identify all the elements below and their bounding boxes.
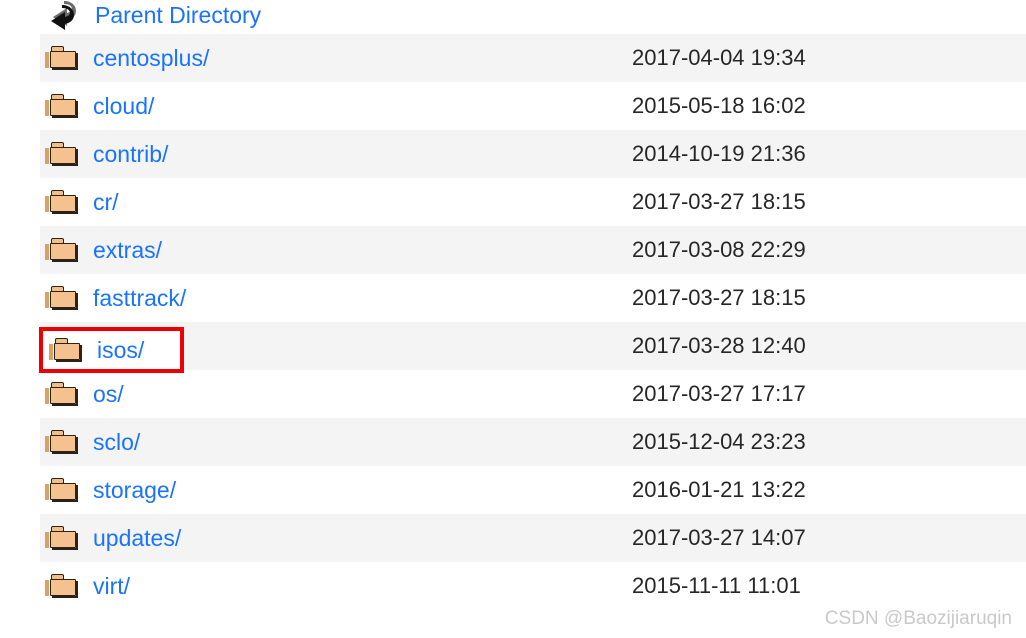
modified-date: 2017-03-28 12:40 xyxy=(632,333,806,358)
directory-link[interactable]: extras/ xyxy=(93,237,162,263)
table-row[interactable]: centosplus/ 2017-04-04 19:34 xyxy=(0,34,1026,82)
modified-date: 2015-05-18 16:02 xyxy=(632,93,806,118)
table-row[interactable]: contrib/ 2014-10-19 21:36 xyxy=(0,130,1026,178)
folder-icon xyxy=(45,478,78,502)
table-row[interactable]: virt/ 2015-11-11 11:01 xyxy=(0,562,1026,610)
modified-date: 2017-04-04 19:34 xyxy=(632,45,806,70)
modified-date: 2017-03-27 18:15 xyxy=(632,285,806,310)
parent-directory-link[interactable]: Parent Directory xyxy=(95,1,261,29)
modified-date: 2017-03-27 18:15 xyxy=(632,189,806,214)
list-item-parent-directory[interactable]: Parent Directory xyxy=(0,0,1026,34)
directory-link-isos[interactable]: isos/ xyxy=(97,337,144,363)
folder-icon xyxy=(45,94,78,118)
modified-date: 2015-12-04 23:23 xyxy=(632,429,806,454)
folder-icon xyxy=(49,338,82,362)
modified-date: 2017-03-08 22:29 xyxy=(632,237,806,262)
directory-link[interactable]: fasttrack/ xyxy=(93,285,186,311)
modified-date: 2015-11-11 11:01 xyxy=(632,573,801,598)
directory-link[interactable]: os/ xyxy=(93,381,124,407)
directory-link[interactable]: centosplus/ xyxy=(93,45,209,71)
modified-date: 2017-03-27 14:07 xyxy=(632,525,806,550)
back-arrow-icon xyxy=(44,0,78,30)
directory-link[interactable]: virt/ xyxy=(93,573,130,599)
folder-icon xyxy=(45,286,78,310)
modified-date: 2014-10-19 21:36 xyxy=(632,141,806,166)
directory-link[interactable]: sclo/ xyxy=(93,429,140,455)
modified-date: 2016-01-21 13:22 xyxy=(632,477,806,502)
folder-icon xyxy=(45,46,78,70)
table-row[interactable]: updates/ 2017-03-27 14:07 xyxy=(0,514,1026,562)
table-row[interactable]: cloud/ 2015-05-18 16:02 xyxy=(0,82,1026,130)
directory-link[interactable]: updates/ xyxy=(93,525,181,551)
directory-link[interactable]: cr/ xyxy=(93,189,119,215)
folder-icon xyxy=(45,430,78,454)
table-row[interactable]: extras/ 2017-03-08 22:29 xyxy=(0,226,1026,274)
folder-icon xyxy=(45,382,78,406)
csdn-watermark: CSDN @Baozijiaruqin xyxy=(824,608,1012,629)
folder-icon xyxy=(45,142,78,166)
table-row[interactable]: cr/ 2017-03-27 18:15 xyxy=(0,178,1026,226)
directory-link[interactable]: cloud/ xyxy=(93,93,154,119)
folder-icon xyxy=(45,190,78,214)
folder-icon xyxy=(45,526,78,550)
directory-link[interactable]: contrib/ xyxy=(93,141,168,167)
table-row[interactable]: storage/ 2016-01-21 13:22 xyxy=(0,466,1026,514)
modified-date: 2017-03-27 17:17 xyxy=(632,381,806,406)
table-row[interactable]: fasttrack/ 2017-03-27 18:15 xyxy=(0,274,1026,322)
directory-link[interactable]: storage/ xyxy=(93,477,176,503)
table-row[interactable]: sclo/ 2015-12-04 23:23 xyxy=(0,418,1026,466)
directory-listing: Parent Directory centosplus/ 2017-04-04 … xyxy=(0,0,1026,610)
table-row[interactable]: os/ 2017-03-27 17:17 xyxy=(0,370,1026,418)
folder-icon xyxy=(45,574,78,598)
folder-icon xyxy=(45,238,78,262)
highlight-annotation-isos: isos/ xyxy=(39,327,184,373)
